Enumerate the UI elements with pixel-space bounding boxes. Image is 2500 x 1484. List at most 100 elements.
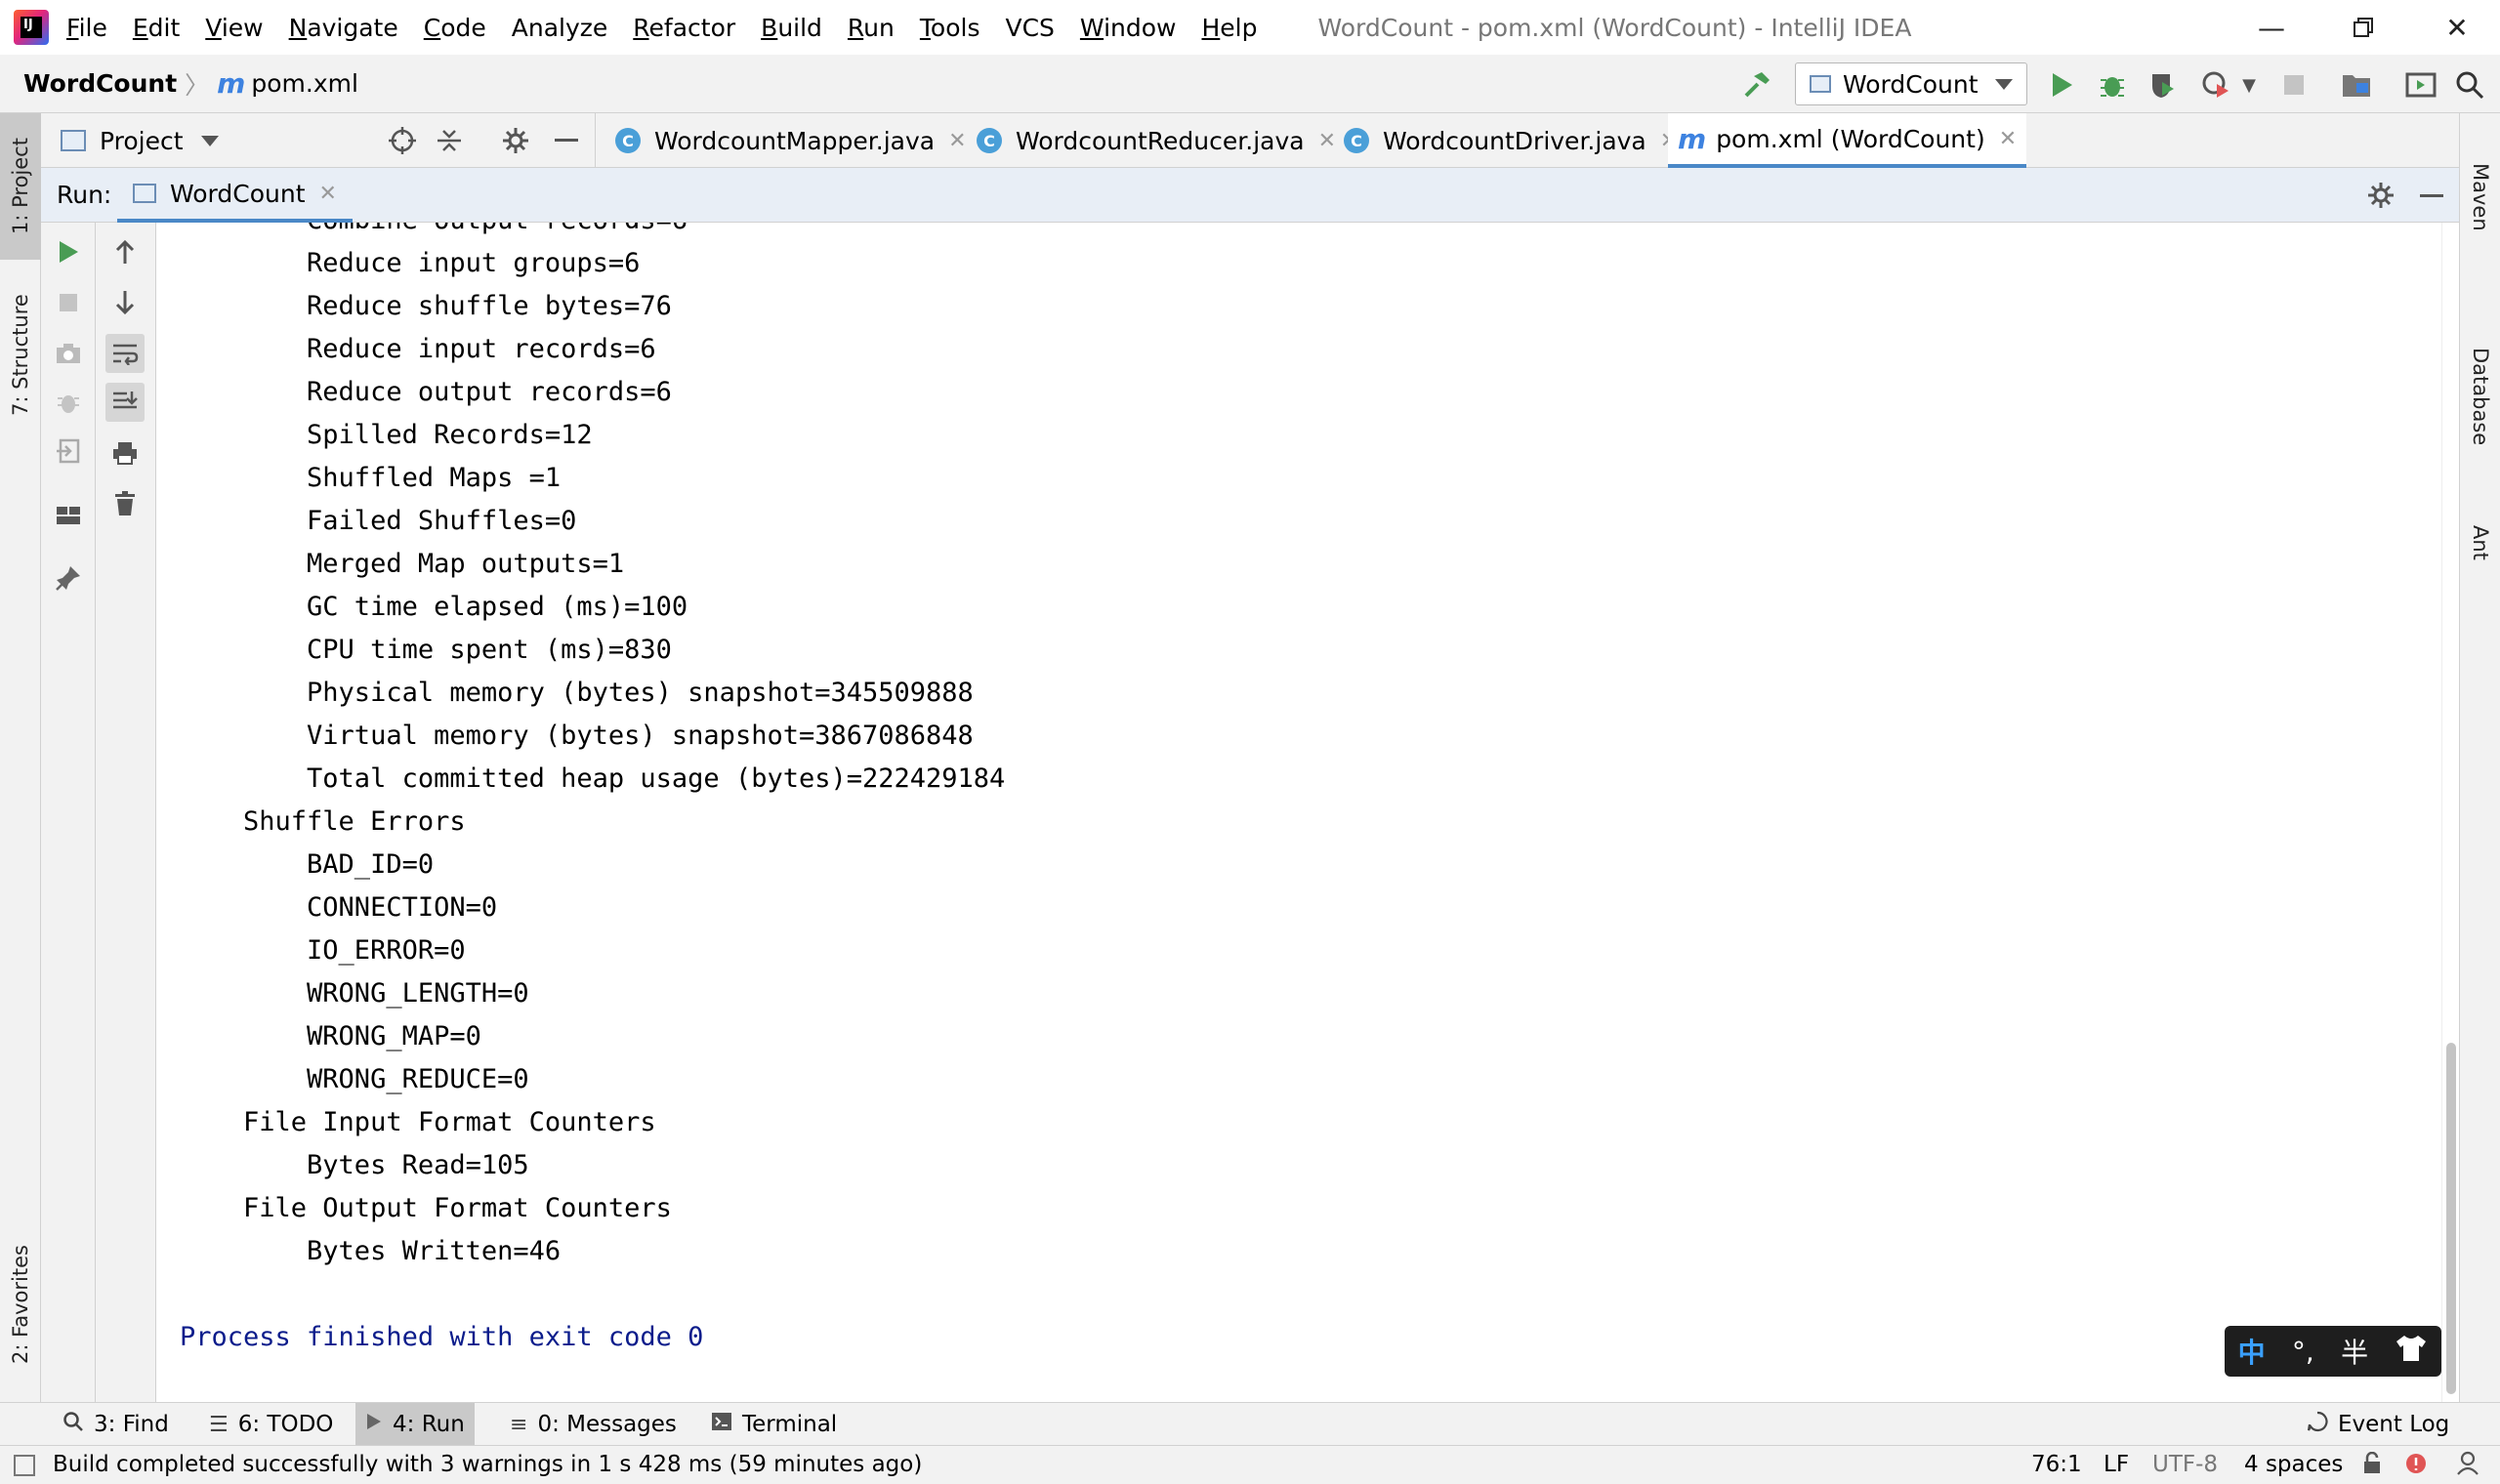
error-notification-icon[interactable] — [2404, 1450, 2432, 1483]
menu-item-file[interactable]: File — [66, 14, 107, 42]
tab-wordcount-mapper[interactable]: C WordcountMapper.java ✕ — [615, 113, 967, 168]
close-icon[interactable]: ✕ — [1999, 127, 2017, 151]
tab-wordcount-driver[interactable]: C WordcountDriver.java ✕ — [1344, 113, 1678, 168]
breadcrumb-file[interactable]: pom.xml — [251, 69, 358, 98]
file-encoding[interactable]: UTF-8 — [2152, 1452, 2218, 1477]
tab-label: WordcountReducer.java — [1016, 126, 1305, 155]
tool-tab-run[interactable]: 4: Run — [355, 1403, 475, 1446]
menu-item-code[interactable]: Code — [424, 14, 486, 42]
tool-tab-find[interactable]: 3: Find — [53, 1403, 179, 1446]
menu-item-analyze[interactable]: Analyze — [512, 14, 608, 42]
caret-position[interactable]: 76:1 — [2031, 1452, 2082, 1477]
close-icon[interactable]: ✕ — [948, 129, 966, 153]
console-line: Bytes Read=105 — [180, 1150, 529, 1180]
search-everywhere-icon[interactable] — [2453, 68, 2486, 102]
menu-item-refactor[interactable]: Refactor — [633, 14, 735, 42]
line-separator[interactable]: LF — [2104, 1452, 2129, 1477]
hide-icon[interactable] — [555, 139, 578, 142]
status-message[interactable]: Build completed successfully with 3 warn… — [53, 1452, 922, 1477]
tool-tab-todo[interactable]: ☰ 6: TODO — [199, 1403, 343, 1446]
run-with-coverage-icon[interactable] — [2146, 68, 2180, 102]
ime-width[interactable]: 半 — [2341, 1332, 2368, 1371]
project-structure-icon[interactable] — [2340, 68, 2373, 102]
messages-icon: ≡ — [510, 1412, 528, 1437]
breadcrumb-project[interactable]: WordCount — [23, 69, 177, 98]
camera-icon[interactable] — [49, 334, 88, 373]
layout-icon[interactable] — [49, 496, 88, 535]
collapse-all-icon[interactable] — [436, 127, 463, 158]
menu-item-run[interactable]: Run — [848, 14, 895, 42]
arrow-up-icon[interactable] — [105, 232, 145, 271]
minimize-icon[interactable]: — — [2252, 8, 2291, 47]
rerun-icon[interactable] — [49, 232, 88, 271]
ime-skin-icon[interactable] — [2395, 1334, 2428, 1370]
debug-disabled-icon[interactable] — [49, 383, 88, 422]
tool-tab-project[interactable]: 1: Project — [0, 113, 41, 260]
menu-item-edit[interactable]: Edit — [133, 14, 180, 42]
tool-tab-maven[interactable]: Maven — [2460, 129, 2500, 266]
tab-pom-xml[interactable]: m pom.xml (WordCount) ✕ — [1668, 113, 2027, 168]
ime-mode[interactable]: 中 — [2238, 1332, 2266, 1371]
close-icon[interactable]: ✕ — [319, 182, 337, 206]
run-tab-label: WordCount — [170, 179, 306, 208]
tab-wordcount-reducer[interactable]: C WordcountReducer.java ✕ — [977, 113, 1336, 168]
console-line: Failed Shuffles=0 — [180, 506, 577, 536]
tab-label: WordcountMapper.java — [654, 126, 936, 155]
locate-file-icon[interactable] — [389, 127, 416, 158]
console-output[interactable]: Combine output records=6 Reduce input gr… — [156, 223, 2441, 1402]
tool-tab-ant[interactable]: Ant — [2460, 435, 2500, 650]
stop-icon[interactable] — [49, 283, 88, 322]
run-icon[interactable] — [2045, 68, 2078, 102]
exit-icon[interactable] — [49, 432, 88, 471]
tool-tab-messages[interactable]: ≡ 0: Messages — [500, 1403, 687, 1446]
scrollbar-thumb[interactable] — [2446, 1043, 2456, 1394]
arrow-down-icon[interactable] — [105, 283, 145, 322]
close-icon[interactable]: ✕ — [1318, 129, 1336, 153]
scroll-to-end-icon[interactable] — [105, 383, 145, 422]
tool-tab-find-label: 3: Find — [94, 1412, 169, 1437]
tool-tab-project-label: 1: Project — [9, 138, 32, 235]
console-scrollbar[interactable] — [2441, 223, 2459, 1402]
profile-icon[interactable] — [2199, 68, 2232, 102]
run-window-label: Run: — [57, 181, 112, 209]
stop-icon[interactable] — [2277, 68, 2311, 102]
tool-tab-structure[interactable]: 7: Structure — [0, 277, 41, 433]
restore-icon[interactable] — [2344, 8, 2383, 47]
menu-item-help[interactable]: Help — [1201, 14, 1257, 42]
tool-windows-toggle-icon[interactable] — [14, 1455, 35, 1476]
menu-item-view[interactable]: View — [205, 14, 263, 42]
print-icon[interactable] — [105, 433, 145, 473]
gear-icon[interactable] — [2367, 182, 2395, 213]
indent-setting[interactable]: 4 spaces — [2244, 1452, 2343, 1477]
project-pane-header[interactable]: Project — [41, 113, 596, 168]
run-toolbar-secondary — [96, 223, 156, 1402]
pin-icon[interactable] — [49, 558, 88, 598]
ime-punctuation[interactable]: °, — [2292, 1336, 2314, 1368]
debug-icon[interactable] — [2096, 68, 2129, 102]
console-line: Reduce output records=6 — [180, 377, 672, 407]
tool-tab-event-log[interactable]: Event Log — [2297, 1403, 2459, 1446]
run-configuration-select[interactable]: WordCount — [1795, 62, 2027, 105]
menu-item-tools[interactable]: Tools — [920, 14, 980, 42]
menu-item-vcs[interactable]: VCS — [1005, 14, 1054, 42]
inspector-icon[interactable] — [2455, 1451, 2480, 1482]
run-tab-wordcount[interactable]: WordCount ✕ — [117, 168, 353, 223]
hide-icon[interactable] — [2420, 194, 2443, 197]
trash-icon[interactable] — [105, 484, 145, 523]
console-line: Reduce input groups=6 — [180, 248, 641, 278]
gear-icon[interactable] — [502, 127, 529, 158]
run-icon — [365, 1412, 383, 1437]
menu-item-navigate[interactable]: Navigate — [289, 14, 398, 42]
tool-tab-terminal[interactable]: Terminal — [701, 1403, 847, 1446]
presentation-icon[interactable] — [2404, 68, 2438, 102]
build-hammer-icon[interactable] — [1740, 68, 1773, 102]
menu-item-window[interactable]: Window — [1080, 14, 1177, 42]
profile-dropdown-icon[interactable]: ▼ — [2232, 68, 2266, 102]
ime-toolbar[interactable]: 中 °, 半 — [2225, 1326, 2441, 1377]
soft-wrap-icon[interactable] — [105, 334, 145, 373]
close-window-icon[interactable]: ✕ — [2438, 8, 2477, 47]
tool-tab-event-log-label: Event Log — [2338, 1412, 2450, 1437]
menu-item-build[interactable]: Build — [761, 14, 822, 42]
lock-icon[interactable] — [2361, 1451, 2383, 1481]
tool-tab-favorites[interactable]: 2: Favorites — [0, 1216, 41, 1392]
